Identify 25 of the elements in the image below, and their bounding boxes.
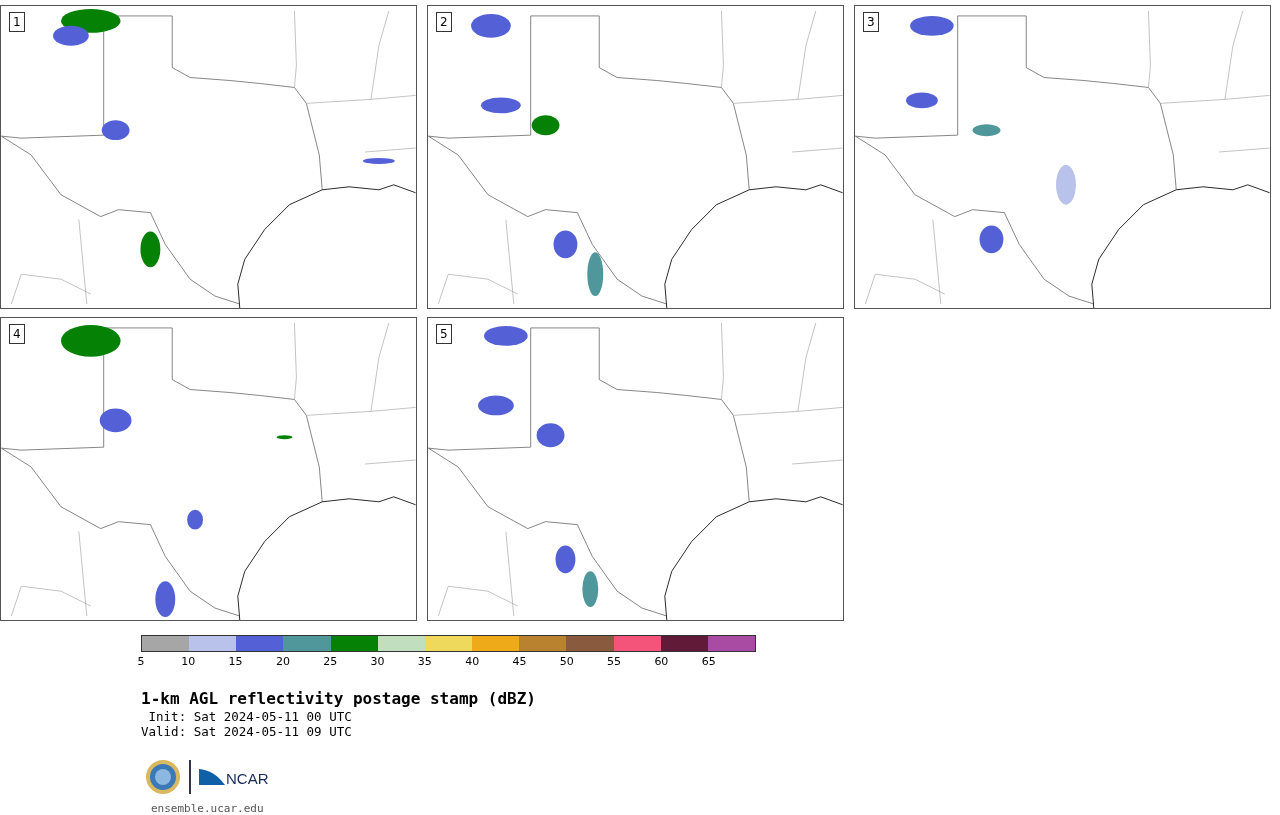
tick-label: 65 xyxy=(701,655,716,668)
tick-label: 40 xyxy=(465,655,480,668)
init-time: Init: Sat 2024-05-11 00 UTC xyxy=(147,709,352,724)
tick-label: 10 xyxy=(181,655,196,668)
plot-title: 1-km AGL reflectivity postage stamp (dBZ) xyxy=(141,689,537,709)
seal-logo-icon xyxy=(145,759,181,795)
tick-label: 55 xyxy=(607,655,622,668)
tick-label: 25 xyxy=(323,655,338,668)
tick-label: 60 xyxy=(654,655,669,668)
tick-label: 5 xyxy=(137,655,145,668)
panel-number: 5 xyxy=(436,324,452,344)
valid-time: Valid: Sat 2024-05-11 09 UTC xyxy=(141,724,352,739)
panel-number: 4 xyxy=(9,324,25,344)
logo-text: NCAR xyxy=(226,771,269,787)
tick-label: 15 xyxy=(228,655,243,668)
site-url: ensemble.ucar.edu xyxy=(151,801,264,815)
tick-label: 30 xyxy=(370,655,385,668)
tick-label: 45 xyxy=(512,655,527,668)
tick-label: 50 xyxy=(559,655,574,668)
panel-number: 3 xyxy=(863,12,879,32)
swoosh-icon xyxy=(199,767,225,787)
tick-label: 35 xyxy=(417,655,432,668)
tick-label: 20 xyxy=(275,655,290,668)
panel-number: 1 xyxy=(9,12,25,32)
panel-number: 2 xyxy=(436,12,452,32)
